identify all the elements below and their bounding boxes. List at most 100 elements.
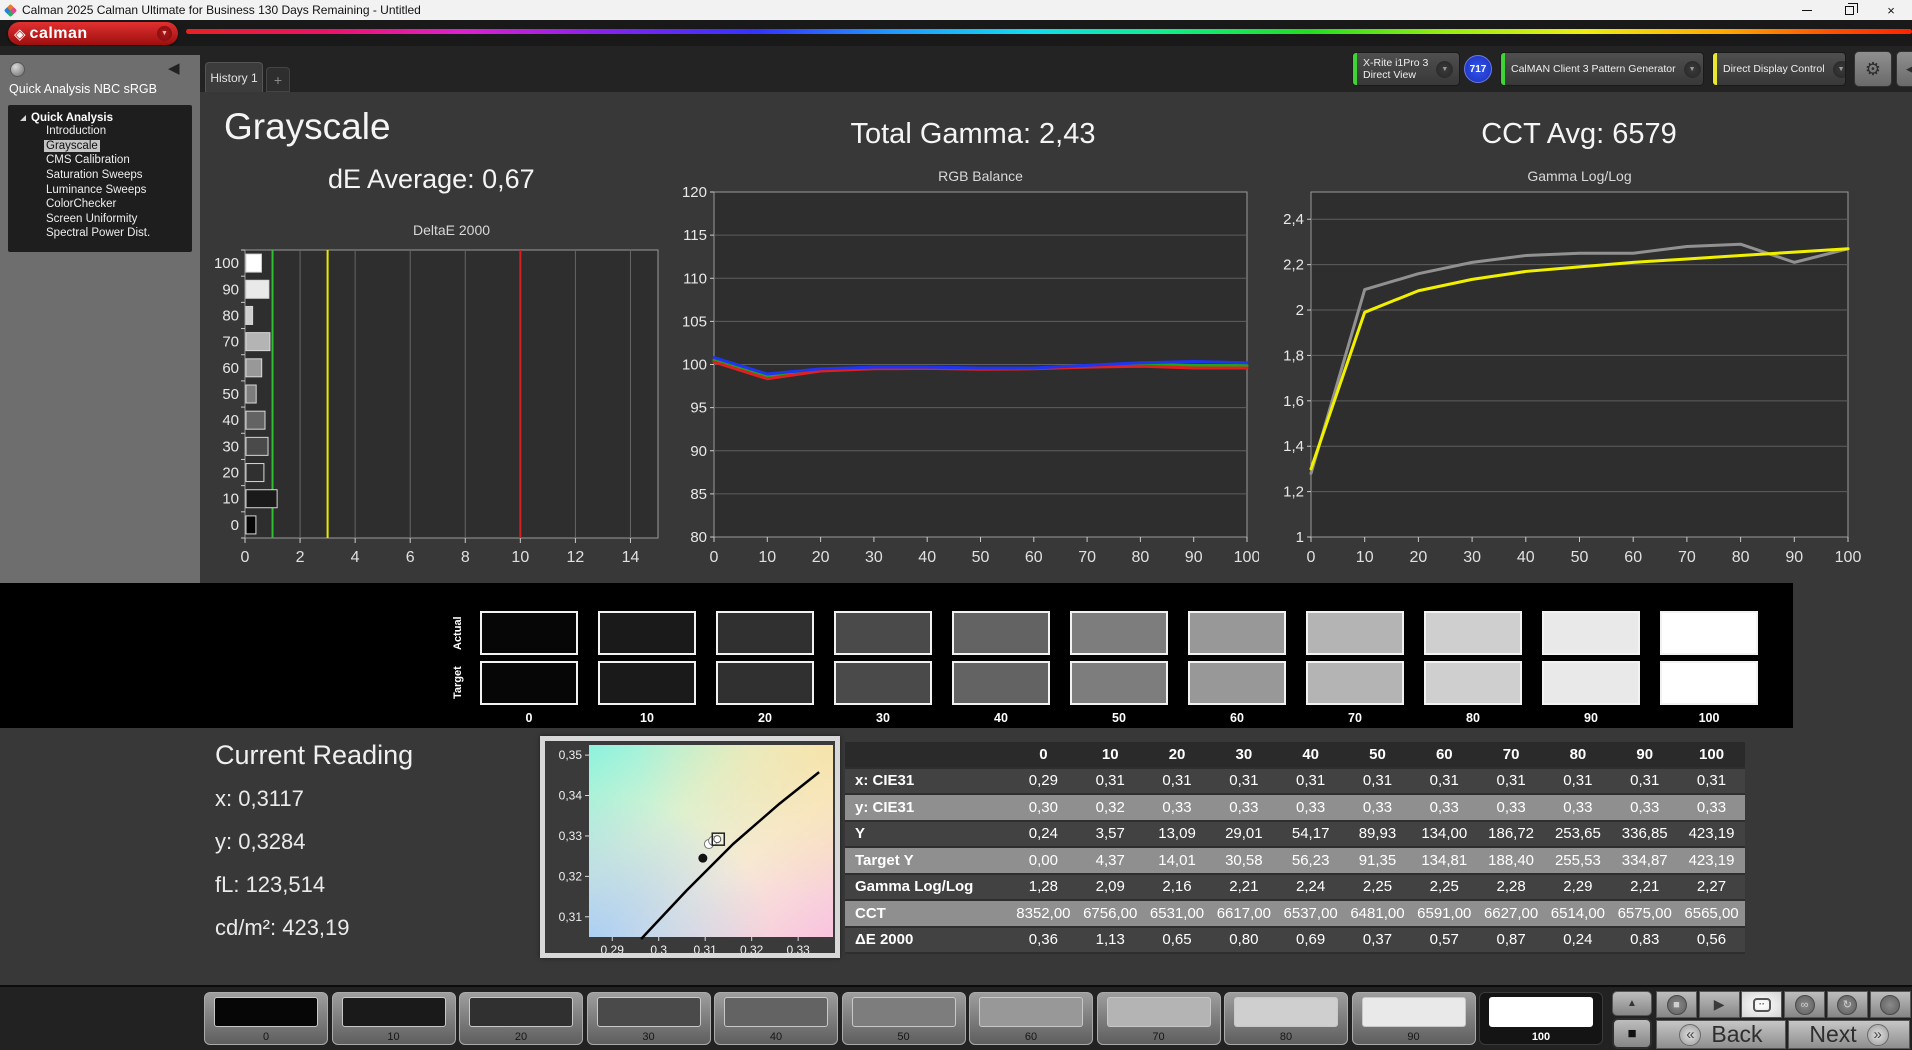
table-row-label: ΔE 2000	[845, 931, 1010, 948]
table-cell: 6481,00	[1344, 905, 1411, 922]
pattern-level-button-30[interactable]: 30	[587, 992, 711, 1045]
loop-icon: ∞	[1795, 995, 1815, 1015]
collapse-panel-button[interactable]: ◀	[1896, 51, 1912, 87]
window-pattern-button[interactable]: ■	[1612, 1018, 1652, 1049]
y-axis-tick-label: 90	[222, 281, 239, 298]
tab-history-1[interactable]: History 1	[205, 62, 263, 92]
x-axis-tick-label: 70	[1078, 549, 1096, 566]
y-axis-tick-label: 115	[683, 227, 707, 244]
sidebar-orb-button[interactable]	[10, 62, 25, 77]
deltae-bar-10	[246, 490, 277, 508]
pattern-level-button-20[interactable]: 20	[459, 992, 583, 1045]
swatch-level-label: 100	[1660, 711, 1758, 725]
swatch-level-label: 90	[1542, 711, 1640, 725]
target-swatch-0	[480, 661, 578, 705]
back-button[interactable]: «Back	[1656, 1020, 1786, 1049]
table-row-label: y: CIE31	[845, 799, 1010, 816]
pattern-level-button-10[interactable]: 10	[332, 992, 456, 1045]
swatch-level-label: 50	[1070, 711, 1168, 725]
display-control-button[interactable]: Direct Display Control ▼	[1712, 52, 1846, 86]
y-axis-tick-label: 1,6	[1283, 393, 1304, 410]
chevron-down-icon[interactable]: ▼	[1436, 61, 1453, 78]
table-row--e-2000: ΔE 20000,361,130,650,800,690,370,570,870…	[845, 928, 1745, 955]
pattern-window-button[interactable]: ··	[1741, 991, 1782, 1018]
next-arrow-icon: »	[1867, 1024, 1889, 1046]
x-axis-tick-label: 90	[1185, 549, 1203, 566]
stop-button[interactable]: ■	[1656, 991, 1697, 1018]
sidebar-item-spectral-power-dist-[interactable]: Spectral Power Dist.	[44, 226, 192, 241]
chevron-down-icon[interactable]: ▼	[1684, 61, 1701, 78]
tree-root[interactable]: Quick Analysis	[20, 112, 192, 124]
meter-reading-badge[interactable]: 717	[1464, 55, 1492, 83]
chevron-left-icon: ◀	[1906, 61, 1912, 77]
sidebar-collapse-arrow[interactable]: ◀	[168, 59, 180, 77]
x-axis-tick-label: 80	[1132, 549, 1150, 566]
pattern-level-swatch	[724, 997, 828, 1027]
cie-y-tick-label: 0,34	[559, 789, 583, 803]
refresh-button[interactable]: ↻	[1827, 991, 1868, 1018]
close-button[interactable]: ×	[1870, 0, 1912, 20]
calman-menu-button[interactable]: ◈ calman ▼	[8, 22, 178, 45]
pattern-level-button-40[interactable]: 40	[714, 992, 838, 1045]
pattern-generator-button[interactable]: CalMAN Client 3 Pattern Generator ▼	[1500, 52, 1704, 86]
slide-up-button[interactable]: ▲	[1612, 991, 1652, 1016]
table-header-cell: 50	[1344, 746, 1411, 763]
minimize-button[interactable]	[1786, 0, 1828, 20]
x-axis-tick-label: 10	[1356, 549, 1374, 566]
y-axis-tick-label: 100	[214, 255, 239, 272]
x-axis-tick-label: 12	[567, 549, 585, 566]
pattern-level-button-90[interactable]: 90	[1352, 992, 1476, 1045]
table-cell: 13,09	[1144, 825, 1211, 842]
x-axis-tick-label: 6	[406, 549, 415, 566]
pattern-level-button-80[interactable]: 80	[1224, 992, 1348, 1045]
sidebar-item-label: Spectral Power Dist.	[44, 227, 152, 239]
table-cell: 0,31	[1077, 772, 1144, 789]
chevron-down-icon[interactable]: ▼	[157, 26, 172, 41]
y-axis-tick-label: 2,4	[1283, 211, 1304, 228]
table-cell: 188,40	[1478, 852, 1545, 869]
sidebar-item-screen-uniformity[interactable]: Screen Uniformity	[44, 212, 192, 227]
pattern-level-label: 80	[1225, 1031, 1347, 1043]
table-cell: 2,29	[1545, 878, 1612, 895]
add-tab-button[interactable]: +	[266, 67, 290, 92]
actual-swatch-0	[480, 611, 578, 655]
sidebar-item-label: Grayscale	[44, 140, 100, 152]
pattern-level-button-50[interactable]: 50	[842, 992, 966, 1045]
table-cell: 0,24	[1010, 825, 1077, 842]
pattern-level-swatch	[214, 997, 318, 1027]
play-button[interactable]: ▶	[1699, 991, 1740, 1018]
sidebar-item-saturation-sweeps[interactable]: Saturation Sweeps	[44, 168, 192, 183]
rgb-balance-chart-title: RGB Balance	[714, 168, 1247, 184]
sidebar-item-cms-calibration[interactable]: CMS Calibration	[44, 153, 192, 168]
pattern-level-button-100[interactable]: 100	[1479, 992, 1603, 1045]
sidebar-item-grayscale[interactable]: Grayscale	[44, 139, 192, 154]
close-icon: ×	[1887, 3, 1895, 18]
actual-swatch-20	[716, 611, 814, 655]
meter-button[interactable]: X-Rite i1Pro 3Direct View ▼	[1352, 52, 1460, 86]
swatch-level-label: 30	[834, 711, 932, 725]
x-axis-tick-label: 40	[918, 549, 936, 566]
pattern-level-button-0[interactable]: 0	[204, 992, 328, 1045]
restore-button[interactable]	[1828, 0, 1870, 20]
sidebar-item-introduction[interactable]: Introduction	[44, 124, 192, 139]
chevron-down-icon[interactable]: ▼	[1833, 61, 1846, 78]
settings-button[interactable]: ⚙	[1854, 51, 1892, 87]
pattern-level-button-70[interactable]: 70	[1097, 992, 1221, 1045]
table-row-gamma-log-log: Gamma Log/Log1,282,092,162,212,242,252,2…	[845, 875, 1745, 902]
cie-x-tick-label: 0,32	[740, 943, 764, 953]
next-button[interactable]: Next»	[1788, 1020, 1910, 1049]
pattern-level-button-60[interactable]: 60	[969, 992, 1093, 1045]
sidebar-item-colorchecker[interactable]: ColorChecker	[44, 197, 192, 212]
table-header-cell: 10	[1077, 746, 1144, 763]
x-axis-tick-label: 0	[241, 549, 250, 566]
tree-expander-icon[interactable]	[20, 115, 26, 121]
y-axis-tick-label: 1,8	[1283, 347, 1304, 364]
table-row-label: Target Y	[845, 852, 1010, 869]
back-label: Back	[1711, 1021, 1762, 1048]
sidebar-item-luminance-sweeps[interactable]: Luminance Sweeps	[44, 182, 192, 197]
blank-button[interactable]	[1870, 991, 1911, 1018]
actual-swatch-10	[598, 611, 696, 655]
table-cell: 91,35	[1344, 852, 1411, 869]
loop-button[interactable]: ∞	[1784, 991, 1825, 1018]
table-cell: 0,31	[1411, 772, 1478, 789]
